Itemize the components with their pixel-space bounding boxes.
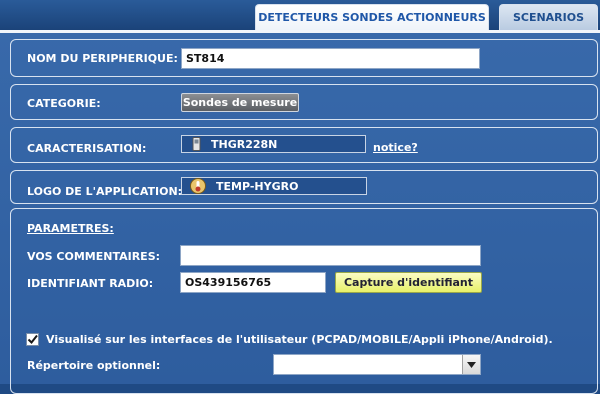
probe-icon <box>192 137 201 151</box>
directory-label: Répertoire optionnel: <box>27 359 161 372</box>
logo-value: TEMP-HYGRO <box>216 179 299 193</box>
checkmark-icon <box>27 334 38 345</box>
dropdown-arrow-icon[interactable] <box>462 355 480 374</box>
characterisation-label: CARACTERISATION: <box>27 142 147 155</box>
logo-field[interactable]: TEMP-HYGRO <box>181 177 367 195</box>
logo-label: LOGO DE L'APPLICATION: <box>27 185 183 198</box>
tab-detecteurs[interactable]: DETECTEURS SONDES ACTIONNEURS <box>255 4 489 30</box>
tab-scenarios[interactable]: SCENARIOS <box>499 4 598 30</box>
device-name-label: NOM DU PERIPHERIQUE: <box>27 52 178 65</box>
top-tab-bar: DETECTEURS SONDES ACTIONNEURS SCENARIOS <box>0 0 600 30</box>
device-form: NOM DU PERIPHERIQUE: ST814 CATEGORIE: So… <box>0 30 600 394</box>
radio-id-input[interactable]: OS439156765 <box>180 272 326 293</box>
characterisation-value: THGR228N <box>211 137 278 151</box>
device-name-panel: NOM DU PERIPHERIQUE: ST814 <box>10 39 598 77</box>
category-panel: CATEGORIE: Sondes de mesure <box>10 84 598 120</box>
category-label: CATEGORIE: <box>27 97 101 110</box>
radio-id-label: IDENTIFIANT RADIO: <box>27 277 154 290</box>
category-button[interactable]: Sondes de mesure <box>181 93 299 112</box>
notice-link[interactable]: notice? <box>373 141 418 154</box>
thermometer-hygrometer-icon <box>190 178 206 194</box>
characterisation-field[interactable]: THGR228N <box>181 135 366 153</box>
device-name-input[interactable]: ST814 <box>181 48 480 69</box>
comments-label: VOS COMMENTAIRES: <box>27 250 161 263</box>
visible-label: Visualisé sur les interfaces de l'utilis… <box>46 333 553 346</box>
logo-panel: LOGO DE L'APPLICATION: TEMP-HYGRO <box>10 170 598 204</box>
parameters-title: PARAMETRES: <box>27 222 114 235</box>
capture-id-button[interactable]: Capture d'identifiant <box>335 272 482 293</box>
visible-checkbox[interactable] <box>26 333 39 346</box>
characterisation-panel: CARACTERISATION: THGR228N notice? <box>10 127 598 163</box>
directory-select[interactable] <box>273 354 481 375</box>
comments-input[interactable] <box>180 245 481 266</box>
parameters-panel: PARAMETRES: VOS COMMENTAIRES: IDENTIFIAN… <box>10 208 598 394</box>
